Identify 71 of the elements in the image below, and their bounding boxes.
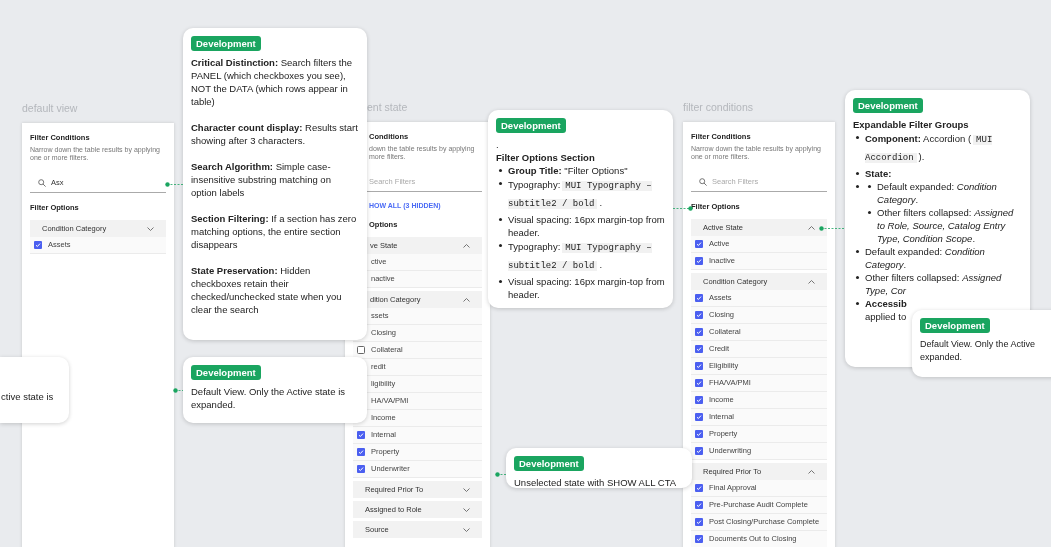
- bullet-text: Group Title: "Filter Options": [508, 164, 629, 177]
- checkbox[interactable]: [357, 448, 365, 456]
- bullet-text: State:: [865, 167, 893, 180]
- bullet-icon: [499, 182, 502, 185]
- checkbox[interactable]: [695, 518, 703, 526]
- bullet-icon: [856, 302, 859, 305]
- bullet-icon: [868, 185, 871, 188]
- checkbox[interactable]: [695, 328, 703, 336]
- checkbox[interactable]: [695, 294, 703, 302]
- bullet-text: Typography: MUI Typography – subtitle2 / bold .: [508, 178, 653, 211]
- checkbox[interactable]: [695, 379, 703, 387]
- search-icon: [699, 178, 707, 186]
- note-text: Default View. Only the Active state is expanded.: [191, 385, 346, 411]
- checkbox[interactable]: [357, 431, 365, 439]
- bullet-icon: [856, 136, 859, 139]
- bullet-icon: [499, 218, 502, 221]
- bullet-icon: [499, 244, 502, 247]
- development-badge: Development: [496, 118, 566, 133]
- checkbox[interactable]: [357, 465, 365, 473]
- bullet-text: Accessib applied to: [865, 297, 908, 323]
- note-text: Default View. Only the Active expanded.: [920, 338, 1036, 364]
- checkbox[interactable]: [695, 345, 703, 353]
- connector-line: [495, 472, 506, 477]
- connector-line: [673, 206, 693, 211]
- note-text: ctive state is: [1, 390, 55, 403]
- note-heading: Filter Options Section: [496, 151, 596, 164]
- connector-line: [173, 388, 183, 393]
- bullet-text: Default expanded: Condition Category.: [877, 180, 998, 206]
- bullet-icon: [856, 172, 859, 175]
- checkbox[interactable]: [695, 484, 703, 492]
- development-badge: Development: [920, 318, 990, 333]
- bullet-icon: [499, 280, 502, 283]
- bullet-text: Component: Accordion ( MUI Accordion ).: [865, 132, 994, 165]
- checkbox[interactable]: [34, 241, 42, 249]
- development-badge: Development: [514, 456, 584, 471]
- checkbox[interactable]: [695, 311, 703, 319]
- bullet-text: Typography: MUI Typography – subtitle2 / bold .: [508, 240, 653, 273]
- note-heading: Expandable Filter Groups: [853, 118, 970, 131]
- bullet-icon: [856, 250, 859, 253]
- development-badge: Development: [853, 98, 923, 113]
- checkbox[interactable]: [695, 240, 703, 248]
- bullet-icon: [856, 185, 859, 188]
- bullet-text: Visual spacing: 16px margin-top from header.: [508, 275, 665, 301]
- checkbox[interactable]: [695, 430, 703, 438]
- note-text: Search Algorithm: Simple case-insensitive substring matching on option labels: [191, 160, 332, 199]
- checkbox[interactable]: [357, 346, 365, 354]
- checkbox[interactable]: [695, 447, 703, 455]
- development-badge: Development: [191, 365, 261, 380]
- note-text: .: [496, 138, 499, 151]
- bullet-text: Default expanded: Condition Category.: [865, 245, 986, 271]
- bullet-text: Visual spacing: 16px margin-top from header.: [508, 213, 665, 239]
- connector-line: [165, 182, 183, 187]
- note-text: Section Filtering: If a section has zero matching options, the entire section disappears: [191, 212, 358, 251]
- connector-line: [819, 226, 845, 231]
- checkbox[interactable]: [695, 501, 703, 509]
- development-badge: Development: [191, 36, 261, 51]
- note-text: Character count display: Results start showing after 3 characters.: [191, 121, 359, 147]
- note-text: State Preservation: Hidden checkboxes retain their checked/unchecked state when you clear the search: [191, 264, 343, 316]
- bullet-icon: [856, 276, 859, 279]
- checkbox[interactable]: [695, 396, 703, 404]
- checkbox[interactable]: [695, 362, 703, 370]
- bullet-text: Other filters collapsed: Assigned to Role, Source, Catalog Entry Type, Condition Scope.: [877, 206, 1015, 245]
- note-text: Unselected state with SHOW ALL CTA: [514, 476, 678, 488]
- note-text: Critical Distinction: Search filters the PANEL (which checkboxes you see), NOT the DATA (which rows appear in table): [191, 56, 353, 108]
- checkbox[interactable]: [695, 257, 703, 265]
- search-icon: [38, 179, 46, 187]
- checkbox[interactable]: [695, 535, 703, 543]
- bullet-icon: [499, 169, 502, 172]
- bullet-text: Other filters collapsed: Assigned Type, Cor: [865, 271, 1003, 297]
- bullet-icon: [868, 211, 871, 214]
- checkbox[interactable]: [695, 413, 703, 421]
